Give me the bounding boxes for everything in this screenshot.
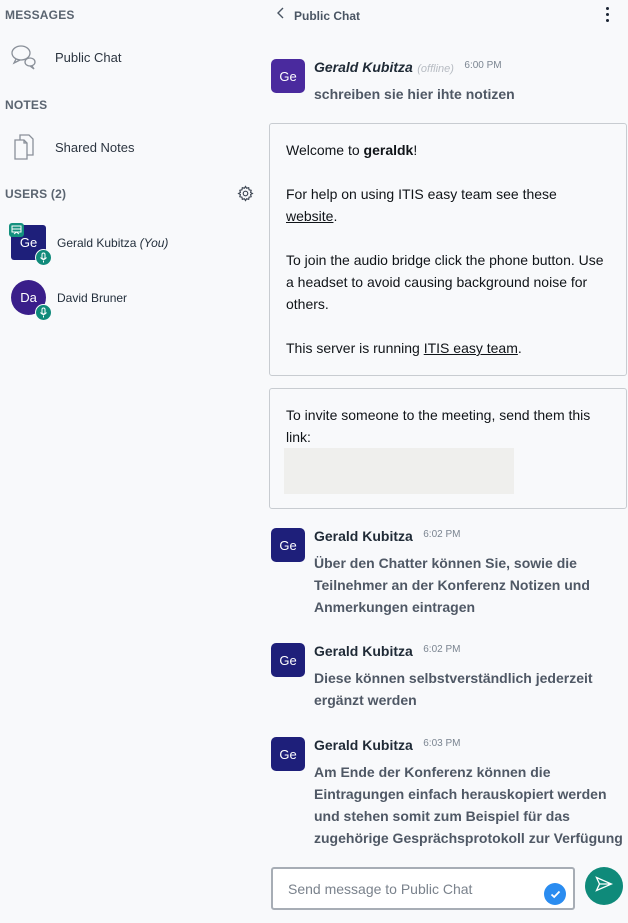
itis-easy-team-link[interactable]: ITIS easy team	[424, 340, 518, 356]
invite-message-box: To invite someone to the meeting, send t…	[269, 388, 627, 509]
user-name-text: David Bruner	[57, 291, 128, 305]
sidebar: MESSAGES Public Chat NOTES Shared Notes …	[0, 0, 262, 923]
message-author: Gerald Kubitza	[314, 528, 413, 544]
chat-bubbles-icon	[10, 43, 38, 71]
messages-section-title: MESSAGES	[5, 8, 75, 22]
message-author: Gerald Kubitza	[314, 643, 413, 659]
message-text: Diese können selbstverständlich jederzei…	[314, 670, 593, 708]
sidebar-item-public-chat[interactable]: Public Chat	[0, 37, 255, 77]
message-avatar: Ge	[271, 737, 305, 771]
user-name-text: Gerald Kubitza	[57, 236, 137, 250]
user-row-david[interactable]: Da David Bruner	[0, 275, 255, 325]
user-name: Gerald Kubitza (You)	[57, 236, 168, 250]
settings-gear-icon[interactable]	[237, 185, 254, 207]
public-chat-label: Public Chat	[55, 49, 122, 65]
chat-message: Ge Gerald Kubitza 6:02 PM Über den Chatt…	[271, 528, 626, 618]
send-icon	[595, 875, 614, 897]
invite-link-field[interactable]	[284, 448, 514, 494]
message-header: Gerald Kubitza 6:03 PM	[314, 737, 461, 755]
sidebar-item-shared-notes[interactable]: Shared Notes	[0, 127, 255, 167]
welcome-message-box: Welcome to geraldk! For help on using IT…	[269, 123, 627, 376]
message-text: Am Ende der Konferenz können die Eintrag…	[314, 764, 623, 846]
presenter-icon	[9, 223, 24, 237]
invite-text: To invite someone to the meeting, send t…	[286, 407, 591, 445]
welcome-prefix: Welcome to	[286, 142, 364, 158]
user-row-gerald[interactable]: Ge Gerald Kubitza (You)	[0, 220, 255, 270]
message-text: Über den Chatter können Sie, sowie die T…	[314, 555, 590, 615]
server-suffix: .	[517, 340, 522, 356]
message-author: Gerald Kubitza	[314, 737, 413, 753]
server-prefix: This server is running	[286, 340, 424, 356]
message-author: Gerald Kubitza	[314, 59, 413, 75]
meeting-name: geraldk	[363, 142, 414, 158]
message-avatar: Ge	[271, 59, 305, 93]
help-prefix: For help on using ITIS easy team see the…	[286, 186, 557, 202]
microphone-icon	[35, 304, 52, 321]
message-time: 6:02 PM	[423, 529, 461, 540]
microphone-icon	[35, 249, 52, 266]
audio-line: To join the audio bridge click the phone…	[286, 252, 604, 312]
help-suffix: .	[333, 208, 338, 224]
server-line: This server is running ITIS easy team.	[286, 337, 610, 359]
welcome-line: Welcome to geraldk!	[286, 139, 610, 161]
chat-title: Public Chat	[294, 8, 361, 23]
user-name: David Bruner	[57, 291, 127, 305]
chat-header: Public Chat	[262, 0, 628, 30]
offline-status: (offline)	[417, 63, 454, 75]
message-header: Gerald Kubitza 6:02 PM	[314, 643, 461, 661]
message-composer	[271, 867, 575, 910]
chat-panel: Public Chat Ge Gerald Kubitza (offline) …	[262, 0, 628, 923]
shared-notes-label: Shared Notes	[55, 139, 135, 155]
users-section-title: USERS (2)	[5, 187, 67, 201]
message-header: Gerald Kubitza (offline) 6:00 PM	[314, 59, 502, 77]
message-avatar: Ge	[271, 528, 305, 562]
help-line: For help on using ITIS easy team see the…	[286, 183, 610, 227]
more-options-icon[interactable]	[601, 7, 613, 25]
message-text: schreiben sie hier ihte notizen	[314, 86, 515, 102]
website-link[interactable]: website	[286, 208, 333, 224]
check-icon	[544, 883, 566, 905]
message-avatar: Ge	[271, 643, 305, 677]
notes-section-title: NOTES	[5, 98, 48, 112]
back-button[interactable]: Public Chat	[276, 6, 360, 25]
you-label: (You)	[139, 236, 169, 250]
message-time: 6:00 PM	[464, 60, 502, 71]
chat-message: Ge Gerald Kubitza 6:02 PM Diese können s…	[271, 643, 626, 713]
message-header: Gerald Kubitza 6:02 PM	[314, 528, 461, 546]
message-time: 6:03 PM	[423, 738, 461, 749]
message-input[interactable]	[273, 869, 523, 908]
welcome-suffix: !	[413, 142, 418, 158]
chevron-left-icon	[276, 6, 286, 25]
documents-icon	[10, 133, 38, 161]
chat-message: Ge Gerald Kubitza (offline) 6:00 PM schr…	[271, 59, 626, 109]
message-time: 6:02 PM	[423, 644, 461, 655]
send-button[interactable]	[585, 867, 623, 905]
chat-message: Ge Gerald Kubitza 6:03 PM Am Ende der Ko…	[271, 737, 626, 852]
